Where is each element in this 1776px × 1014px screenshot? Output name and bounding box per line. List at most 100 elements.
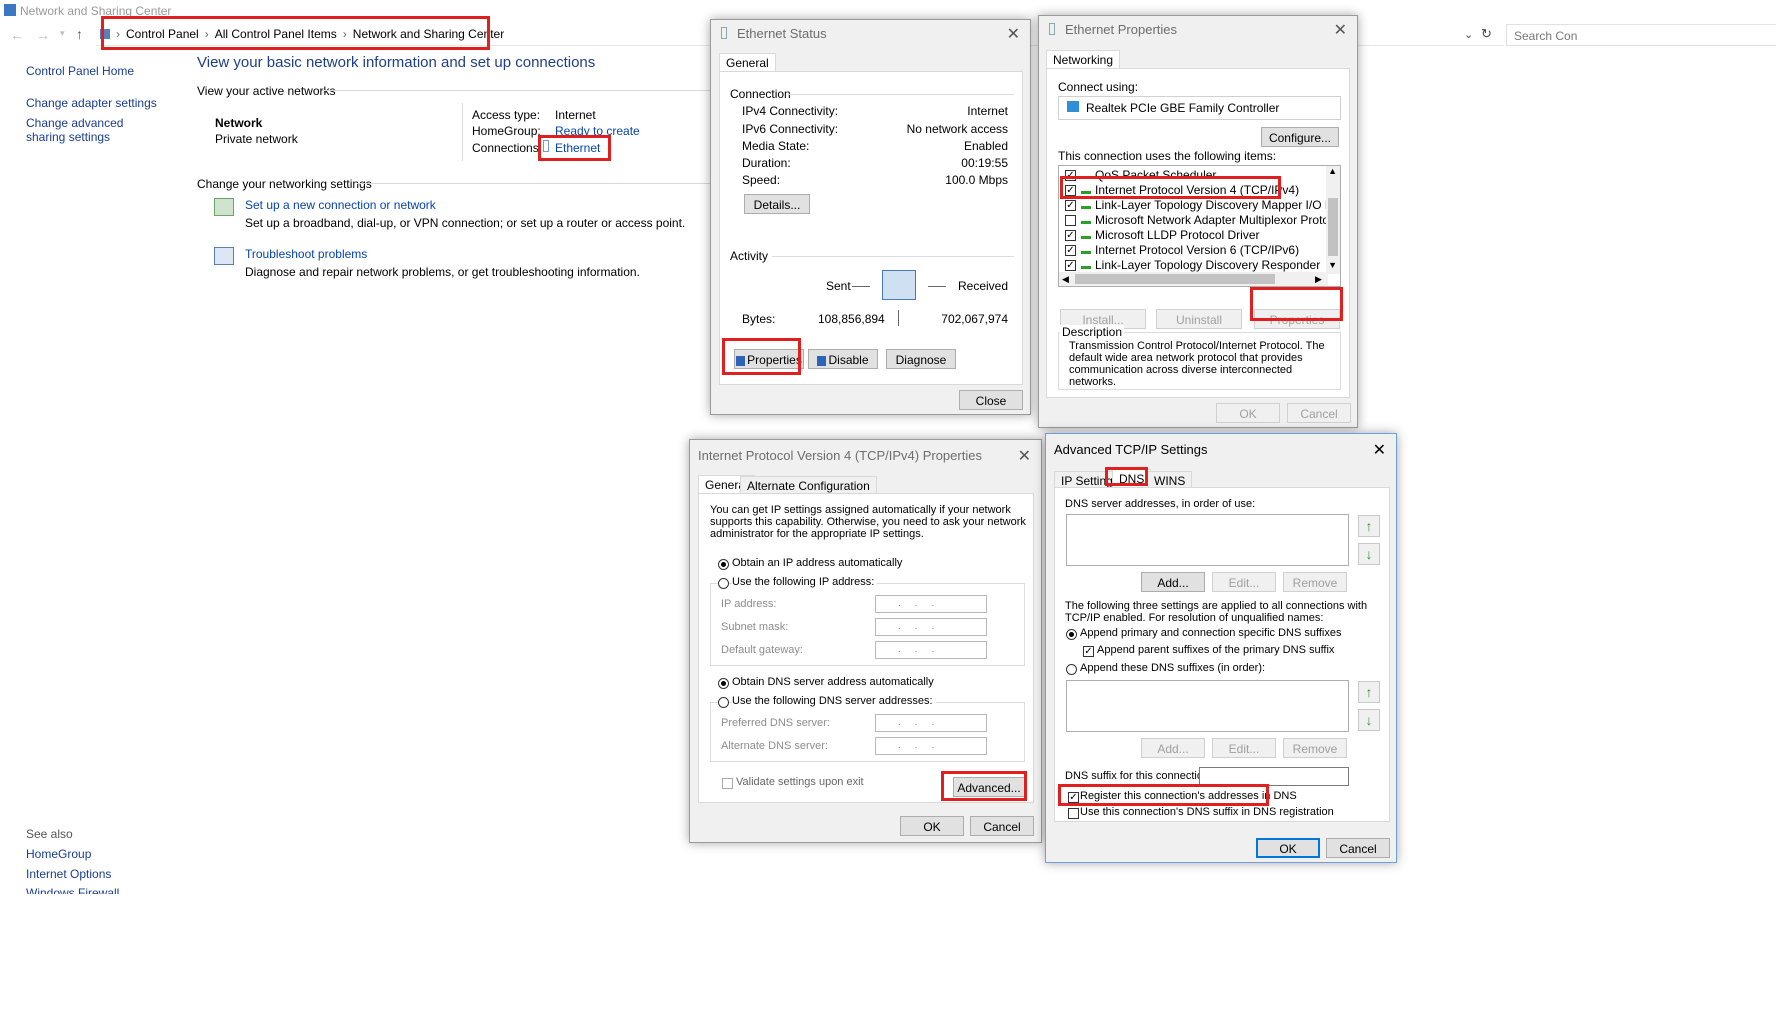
network-item-icon [1081,230,1091,239]
subnet-mask-field[interactable]: ... [875,618,987,636]
dialog-title: Advanced TCP/IP Settings [1054,442,1208,457]
recent-chevron-icon[interactable]: ▾ [60,28,65,39]
network-computers-icon [882,270,916,300]
details-button[interactable]: Details... [744,194,810,214]
item-checkbox[interactable] [1065,230,1076,241]
uninstall-button[interactable]: Uninstall [1156,309,1242,329]
remove-dns-button[interactable]: Remove [1283,572,1347,592]
use-suffix-label: Use this connection's DNS suffix in DNS … [1080,806,1334,818]
search-input[interactable]: Search Con [1506,24,1776,46]
use-suffix-checkbox[interactable] [1068,808,1079,819]
close-icon[interactable]: ✕ [1018,446,1031,466]
obtain-ip-radio[interactable] [718,559,729,570]
default-gateway-label: Default gateway: [721,644,803,656]
network-item-icon [1081,200,1091,209]
validate-checkbox[interactable] [722,778,733,789]
item-checkbox[interactable] [1065,260,1076,271]
alternate-dns-field[interactable]: ... [875,737,987,755]
access-type-value: Internet [555,108,596,122]
item-checkbox[interactable] [1065,215,1076,226]
forward-arrow-icon[interactable]: → [36,27,50,43]
move-up-icon[interactable]: ↑ [1358,681,1380,703]
see-also-windows-firewall[interactable]: Windows Firewall [26,886,119,894]
setup-connection-link[interactable]: Set up a new connection or network [245,198,436,212]
move-down-icon[interactable]: ↓ [1358,709,1380,731]
three-settings-text: The following three settings are applied… [1065,600,1368,624]
edit-dns-button[interactable]: Edit... [1212,572,1276,592]
use-dns-radio[interactable] [718,697,729,708]
ipv4-connectivity-label: IPv4 Connectivity: [742,104,839,118]
remove-suffix-button[interactable]: Remove [1283,738,1347,758]
ok-button[interactable]: OK [1216,403,1280,423]
close-icon[interactable]: ✕ [1007,24,1020,44]
activity-heading: Activity [730,249,769,263]
cancel-button[interactable]: Cancel [1326,838,1390,858]
adapter-name: Realtek PCIe GBE Family Controller [1086,101,1280,115]
configure-button[interactable]: Configure... [1261,127,1339,147]
scroll-right-icon[interactable]: ▶ [1315,274,1322,285]
intro-text: You can get IP settings assigned automat… [710,504,1026,540]
access-type-label: Access type: [472,108,541,122]
see-also-homegroup[interactable]: HomeGroup [26,847,91,861]
bytes-sent-value: 108,856,894 [818,312,885,326]
scroll-thumb[interactable] [1328,198,1338,256]
refresh-icon[interactable]: ↻ [1481,26,1492,42]
items-heading: This connection uses the following items… [1058,149,1277,163]
dns-suffix-list[interactable] [1066,680,1349,732]
setup-connection-icon [214,198,234,216]
scroll-left-icon[interactable]: ◀ [1062,274,1069,285]
append-these-radio[interactable] [1066,664,1077,675]
append-parent-checkbox[interactable] [1083,646,1094,657]
address-dropdown-icon[interactable]: ⌄ [1464,28,1473,41]
network-type: Private network [215,132,298,146]
obtain-dns-radio[interactable] [718,678,729,689]
tab-networking[interactable]: Networking [1046,50,1121,69]
alternate-dns-label: Alternate DNS server: [721,740,828,752]
item-checkbox[interactable] [1065,245,1076,256]
scroll-up-icon[interactable]: ▲ [1328,166,1337,176]
networking-tab-pane: Connect using: Realtek PCIe GBE Family C… [1046,68,1350,398]
disable-button[interactable]: Disable [808,349,878,369]
append-parent-label: Append parent suffixes of the primary DN… [1097,644,1335,656]
sidebar-item-advanced-sharing[interactable]: Change advanced sharing settings [26,116,166,144]
close-icon[interactable]: ✕ [1334,20,1347,40]
network-name: Network [215,116,263,130]
eth-properties-button-highlight [1250,287,1343,321]
use-ip-radio[interactable] [718,578,729,589]
up-arrow-icon[interactable]: ↑ [76,26,83,42]
scroll-thumb[interactable] [1075,274,1275,284]
ok-button[interactable]: OK [1256,838,1320,858]
sidebar-item-adapter[interactable]: Change adapter settings [26,96,157,110]
sidebar-home-link[interactable]: Control Panel Home [26,64,134,78]
cancel-button[interactable]: Cancel [1287,403,1351,423]
ipv4-item-highlight [1060,176,1281,199]
preferred-dns-field[interactable]: ... [875,714,987,732]
append-primary-radio[interactable] [1066,629,1077,640]
move-down-icon[interactable]: ↓ [1358,543,1380,565]
back-arrow-icon[interactable]: ← [10,27,24,43]
edit-suffix-button[interactable]: Edit... [1212,738,1276,758]
see-also-internet-options[interactable]: Internet Options [26,867,111,881]
tab-general[interactable]: General [719,53,776,72]
page-title: View your basic network information and … [197,54,596,71]
add-dns-button[interactable]: Add... [1141,572,1205,592]
move-up-icon[interactable]: ↑ [1358,515,1380,537]
network-item-icon [1081,245,1091,254]
close-button[interactable]: Close [959,390,1023,410]
bytes-label: Bytes: [742,312,776,326]
item-label: Microsoft Network Adapter Multiplexor Pr… [1095,213,1341,227]
troubleshoot-link[interactable]: Troubleshoot problems [245,247,367,261]
diagnose-button[interactable]: Diagnose [886,349,956,369]
close-icon[interactable]: ✕ [1373,440,1386,460]
default-gateway-field[interactable]: ... [875,641,987,659]
duration-label: Duration: [742,156,791,170]
dns-tab-pane: DNS server addresses, in order of use: ↑… [1054,487,1390,822]
cancel-button[interactable]: Cancel [970,816,1034,836]
scroll-down-icon[interactable]: ▼ [1328,260,1337,270]
item-checkbox[interactable] [1065,200,1076,211]
dns-server-list[interactable] [1066,514,1349,566]
ip-address-field[interactable]: ... [875,595,987,613]
ok-button[interactable]: OK [900,816,964,836]
add-suffix-button[interactable]: Add... [1141,738,1205,758]
active-networks-heading: View your active networks [197,84,336,98]
